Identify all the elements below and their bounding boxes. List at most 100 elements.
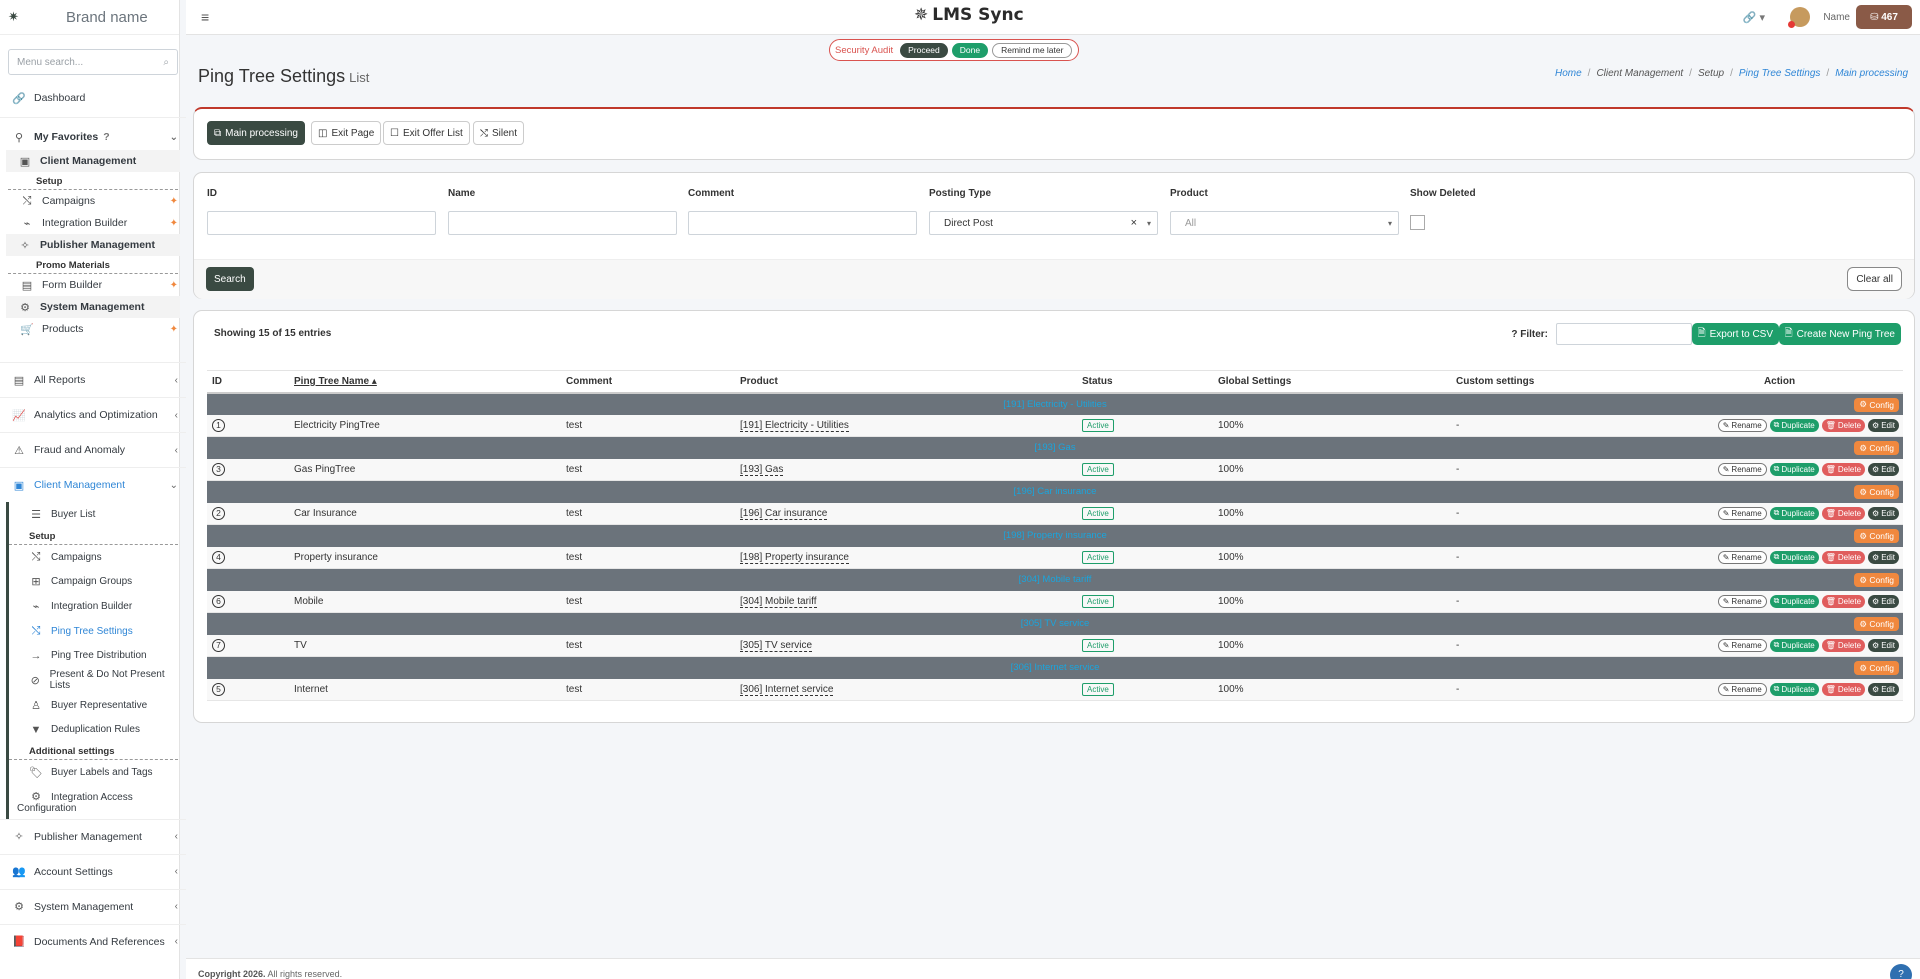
delete-button[interactable]: 🗑 Delete (1821, 550, 1866, 564)
sidebar-item-analytics[interactable]: 📈 Analytics and Optimization ‹ (0, 398, 186, 432)
product-select[interactable]: All ▾ (1170, 211, 1399, 235)
delete-button[interactable]: 🗑 Delete (1821, 638, 1866, 652)
duplicate-button[interactable]: ⧉ Duplicate (1769, 550, 1819, 564)
sidebar-item-documents[interactable]: 📕 Documents And References ‹ (0, 925, 186, 959)
rename-button[interactable]: ✎ Rename (1717, 506, 1767, 520)
product-link[interactable]: [198] Property insurance (740, 551, 849, 564)
sidebar-item-campaigns[interactable]: ⤭ Campaigns (9, 545, 186, 570)
edit-button[interactable]: ⚙ Edit (1868, 462, 1899, 476)
delete-button[interactable]: 🗑 Delete (1821, 594, 1866, 608)
config-button[interactable]: ⚙ Config (1854, 573, 1899, 587)
group-label[interactable]: [196] Car insurance (1014, 486, 1097, 497)
fav-campaigns[interactable]: ⤭ Campaigns ✦ (0, 190, 186, 212)
clear-all-button[interactable]: Clear all (1847, 267, 1902, 291)
clear-icon[interactable]: × (1131, 217, 1137, 229)
group-label[interactable]: [304] Mobile tariff (1019, 574, 1092, 585)
fav-publisher-management[interactable]: ✧ Publisher Management (6, 234, 180, 256)
fav-system-management[interactable]: ⚙ System Management (6, 296, 180, 318)
id-input[interactable] (207, 211, 436, 235)
rename-button[interactable]: ✎ Rename (1717, 682, 1767, 696)
product-link[interactable]: [304] Mobile tariff (740, 595, 817, 608)
user-name[interactable]: Name (1823, 12, 1850, 23)
delete-button[interactable]: 🗑 Delete (1821, 506, 1866, 520)
menu-search-input[interactable]: Menu search... ⌕ (8, 49, 178, 75)
edit-button[interactable]: ⚙ Edit (1868, 506, 1899, 520)
sidebar-item-buyer-rep[interactable]: ♙ Buyer Representative (9, 693, 186, 718)
tab-main-processing[interactable]: ⧉ Main processing (207, 121, 305, 145)
name-input[interactable] (448, 211, 677, 235)
tab-exit-page[interactable]: ◫ Exit Page (311, 121, 382, 145)
product-link[interactable]: [191] Electricity - Utilities (740, 419, 849, 432)
config-button[interactable]: ⚙ Config (1854, 441, 1899, 455)
sidebar-item-favorites[interactable]: ⚲ My Favorites? ⌄ (0, 124, 186, 150)
duplicate-button[interactable]: ⧉ Duplicate (1769, 594, 1819, 608)
search-button[interactable]: Search (206, 267, 254, 291)
config-button[interactable]: ⚙ Config (1854, 397, 1899, 412)
show-deleted-checkbox[interactable] (1410, 215, 1425, 230)
done-button[interactable]: Done (951, 42, 989, 58)
create-ping-tree-button[interactable]: 🗎 Create New Ping Tree (1778, 323, 1901, 345)
posting-type-select[interactable]: Direct Post × ▾ (929, 211, 1158, 235)
rename-button[interactable]: ✎ Rename (1717, 594, 1767, 608)
product-link[interactable]: [196] Car insurance (740, 507, 828, 520)
rename-button[interactable]: ✎ Rename (1717, 462, 1767, 476)
fav-products[interactable]: 🛒 Products ✦ (0, 318, 186, 340)
config-button[interactable]: ⚙ Config (1854, 617, 1899, 631)
col-status[interactable]: Status (1077, 370, 1213, 394)
product-link[interactable]: [306] Internet service (740, 683, 834, 696)
sidebar-item-ping-tree-distribution[interactable]: → Ping Tree Distribution (9, 643, 186, 668)
delete-button[interactable]: 🗑 Delete (1821, 418, 1866, 432)
col-id[interactable]: ID (207, 370, 289, 394)
sidebar-item-buyer-list[interactable]: ☰ Buyer List (9, 502, 186, 527)
product-link[interactable]: [193] Gas (740, 463, 784, 476)
config-button[interactable]: ⚙ Config (1854, 485, 1899, 499)
credits-badge[interactable]: ⛁ 467 (1856, 5, 1912, 29)
avatar[interactable] (1788, 7, 1810, 28)
rename-button[interactable]: ✎ Rename (1717, 550, 1767, 564)
edit-button[interactable]: ⚙ Edit (1868, 550, 1899, 564)
breadcrumb-main-processing[interactable]: Main processing (1835, 68, 1908, 79)
sidebar-item-ping-tree-settings[interactable]: ⤭ Ping Tree Settings (9, 619, 186, 644)
sidebar-item-account-settings[interactable]: 👥 Account Settings ‹ (0, 855, 186, 889)
edit-button[interactable]: ⚙ Edit (1868, 682, 1899, 696)
edit-button[interactable]: ⚙ Edit (1868, 594, 1899, 608)
pin-icon[interactable]: ✦ (170, 196, 178, 207)
group-label[interactable]: [305] TV service (1021, 618, 1089, 629)
sidebar-item-dedup-rules[interactable]: ▼ Deduplication Rules (9, 718, 186, 743)
group-label[interactable]: [191] Electricity - Utilities (1003, 399, 1106, 410)
sidebar-item-publisher-management[interactable]: ✧ Publisher Management ‹ (0, 820, 186, 854)
rename-button[interactable]: ✎ Rename (1717, 638, 1767, 652)
group-label[interactable]: [193] Gas (1034, 442, 1075, 453)
edit-button[interactable]: ⚙ Edit (1868, 418, 1899, 432)
breadcrumb-ping-tree-settings[interactable]: Ping Tree Settings (1739, 68, 1821, 79)
config-button[interactable]: ⚙ Config (1854, 661, 1899, 675)
col-product[interactable]: Product (735, 370, 1077, 394)
col-name[interactable]: Ping Tree Name ▴ (289, 370, 561, 394)
duplicate-button[interactable]: ⧉ Duplicate (1769, 682, 1819, 696)
pin-icon[interactable]: ✦ (170, 280, 178, 291)
group-label[interactable]: [306] Internet service (1011, 662, 1100, 673)
fav-integration-builder[interactable]: ⌁ Integration Builder ✦ (0, 212, 186, 234)
sidebar-item-system-management[interactable]: ⚙ System Management ‹ (0, 890, 186, 924)
pin-icon[interactable]: ✦ (170, 324, 178, 335)
fav-form-builder[interactable]: ▤ Form Builder ✦ (0, 274, 186, 296)
sidebar-item-integration-access[interactable]: ⚙ Integration Access Configuration (9, 785, 186, 819)
config-button[interactable]: ⚙ Config (1854, 529, 1899, 543)
sidebar-item-all-reports[interactable]: ▤ All Reports ‹ (0, 363, 186, 397)
col-comment[interactable]: Comment (561, 370, 735, 394)
rename-button[interactable]: ✎ Rename (1717, 418, 1767, 432)
comment-input[interactable] (688, 211, 917, 235)
sidebar-item-present-lists[interactable]: ⊘ Present & Do Not Present Lists (9, 668, 186, 693)
breadcrumb-home[interactable]: Home (1555, 68, 1582, 79)
sidebar-item-integration-builder[interactable]: ⌁ Integration Builder (9, 594, 186, 619)
col-custom[interactable]: Custom settings (1451, 370, 1651, 394)
sidebar-item-fraud[interactable]: ⚠ Fraud and Anomaly ‹ (0, 433, 186, 467)
proceed-button[interactable]: Proceed (900, 42, 948, 58)
product-link[interactable]: [305] TV service (740, 639, 813, 652)
sidebar-item-campaign-groups[interactable]: ⊞ Campaign Groups (9, 569, 186, 594)
hamburger-icon[interactable]: ≡ (201, 9, 209, 25)
sidebar-item-buyer-labels[interactable]: 🏷 Buyer Labels and Tags (9, 760, 186, 785)
app-logo[interactable]: ✵ LMS Sync (914, 5, 1024, 25)
tab-silent[interactable]: ⤭ Silent (473, 121, 525, 145)
sidebar-item-client-management[interactable]: ▣ Client Management ⌄ (0, 468, 186, 502)
